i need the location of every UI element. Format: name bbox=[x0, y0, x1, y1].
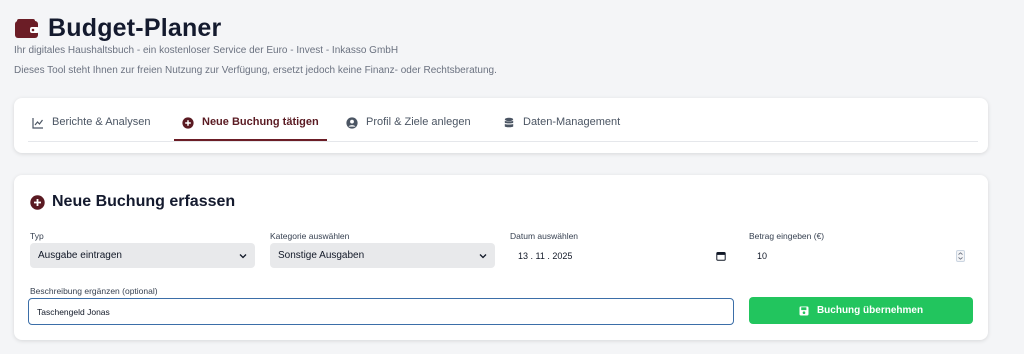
tab-data-management[interactable]: Daten-Management bbox=[503, 116, 620, 142]
app-disclaimer: Dieses Tool steht Ihnen zur freien Nutzu… bbox=[14, 65, 497, 76]
tab-label: Berichte & Analysen bbox=[52, 116, 151, 128]
tab-profile-goals[interactable]: Profil & Ziele anlegen bbox=[346, 116, 471, 142]
chevron-down-icon bbox=[239, 253, 247, 258]
date-value: 13 . 11 . 2025 bbox=[518, 250, 573, 261]
calendar-icon[interactable] bbox=[716, 251, 726, 261]
date-input[interactable]: 13 . 11 . 2025 bbox=[510, 243, 734, 268]
number-stepper-icon[interactable] bbox=[956, 249, 965, 262]
tab-reports[interactable]: Berichte & Analysen bbox=[32, 116, 150, 142]
user-circle-icon bbox=[346, 117, 358, 129]
date-label: Datum auswählen bbox=[510, 231, 579, 241]
submit-booking-button[interactable]: Buchung übernehmen bbox=[749, 297, 973, 324]
amount-value: 10 bbox=[757, 250, 768, 261]
tab-new-booking[interactable]: Neue Buchung tätigen bbox=[174, 116, 327, 142]
category-value: Sonstige Ausgaben bbox=[278, 250, 365, 261]
form-title: Neue Buchung erfassen bbox=[30, 193, 235, 211]
database-icon bbox=[504, 117, 514, 128]
tab-label: Neue Buchung tätigen bbox=[202, 116, 319, 128]
description-input[interactable]: Taschengeld Jonas bbox=[28, 298, 734, 325]
type-select[interactable]: Ausgabe eintragen bbox=[30, 243, 255, 268]
type-label: Typ bbox=[30, 231, 44, 241]
app-subtitle: Ihr digitales Haushaltsbuch - ein kosten… bbox=[14, 45, 399, 56]
description-value: Taschengeld Jonas bbox=[37, 306, 110, 317]
booking-form: Neue Buchung erfassen Typ Ausgabe eintra… bbox=[14, 175, 988, 340]
category-label: Kategorie auswählen bbox=[270, 231, 350, 241]
plus-circle-icon bbox=[30, 194, 45, 210]
app-title: Budget-Planer bbox=[48, 14, 222, 42]
save-icon bbox=[799, 306, 809, 315]
tab-label: Profil & Ziele anlegen bbox=[366, 116, 471, 128]
tab-divider bbox=[28, 141, 978, 142]
tab-bar: Berichte & Analysen Neue Buchung tätigen… bbox=[14, 98, 988, 153]
description-label: Beschreibung ergänzen (optional) bbox=[30, 286, 158, 296]
form-title-text: Neue Buchung erfassen bbox=[52, 193, 236, 210]
amount-label: Betrag eingeben (€) bbox=[749, 231, 825, 241]
plus-circle-icon bbox=[182, 117, 194, 129]
chart-line-icon bbox=[32, 118, 43, 129]
wallet-icon bbox=[15, 18, 39, 38]
tab-label: Daten-Management bbox=[523, 116, 621, 128]
amount-input[interactable]: 10 bbox=[749, 243, 973, 268]
submit-label: Buchung übernehmen bbox=[816, 305, 924, 316]
chevron-down-icon bbox=[479, 253, 487, 258]
type-value: Ausgabe eintragen bbox=[38, 250, 122, 261]
category-select[interactable]: Sonstige Ausgaben bbox=[270, 243, 495, 268]
app-header: Budget-Planer bbox=[14, 14, 221, 43]
